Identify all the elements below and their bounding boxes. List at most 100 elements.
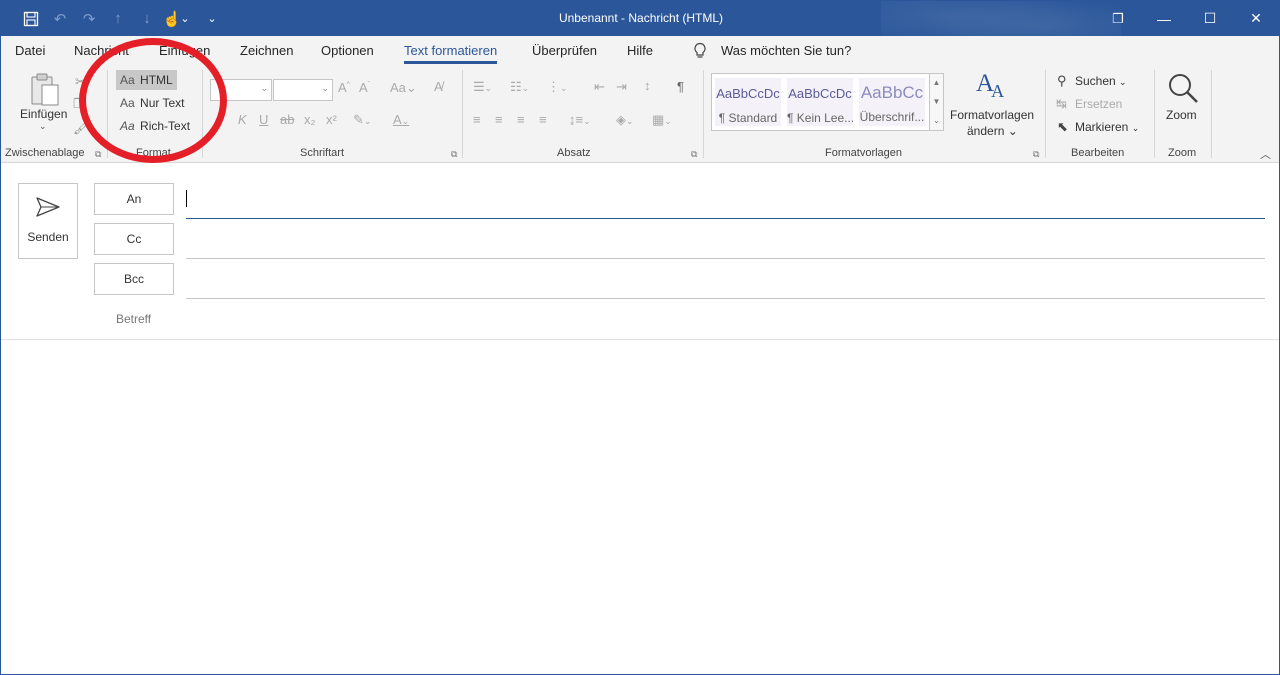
close-button[interactable]: ✕	[1233, 1, 1279, 36]
font-launcher-icon[interactable]: ⧉	[451, 149, 457, 160]
gallery-scroll-up-icon[interactable]: ▲	[929, 74, 943, 93]
copy-icon[interactable]: ❐	[73, 96, 85, 112]
format-html-option[interactable]: Aa HTML	[116, 70, 177, 90]
paste-icon[interactable]	[28, 72, 62, 111]
style-ueberschrift[interactable]: AaBbCc Überschrif...	[859, 78, 925, 126]
shading-icon[interactable]: ◈⌄	[616, 112, 634, 128]
superscript-button[interactable]: x²	[326, 112, 337, 127]
tab-ueberpruefen[interactable]: Überprüfen	[532, 43, 597, 58]
multilevel-list-icon[interactable]: ⋮⌄	[547, 79, 568, 95]
gallery-more-icon[interactable]: ⌄	[929, 112, 943, 130]
format-rich-text-option[interactable]: Aa Rich-Text	[116, 116, 194, 136]
clipboard-group-label: Zwischenablage	[5, 147, 85, 159]
chevron-down-icon: ⌄	[260, 83, 268, 93]
change-styles-button[interactable]: Formatvorlagen	[950, 108, 1034, 122]
tab-nachricht[interactable]: Nachricht	[74, 43, 129, 58]
format-painter-icon[interactable]: 🖌	[73, 120, 90, 136]
body-divider	[1, 339, 1279, 340]
minimize-button[interactable]: —	[1141, 1, 1187, 36]
align-center-icon[interactable]: ≡	[495, 112, 503, 127]
font-name-dropdown[interactable]: ⌄	[210, 79, 272, 101]
editing-group-label: Bearbeiten	[1071, 147, 1125, 159]
lightbulb-icon	[693, 42, 707, 62]
change-case-icon[interactable]: Aa⌄	[390, 80, 417, 96]
gallery-scroll-down-icon[interactable]: ▼	[929, 93, 943, 112]
styles-launcher-icon[interactable]: ⧉	[1033, 149, 1039, 160]
ribbon-tabs: Datei Nachricht Einfügen Zeichnen Option…	[1, 36, 1279, 66]
change-styles-button-line2[interactable]: ändern ⌄	[967, 124, 1018, 138]
subject-label: Betreff	[116, 312, 152, 326]
chevron-down-icon: ⌄	[1119, 77, 1127, 87]
tab-datei[interactable]: Datei	[15, 43, 45, 58]
style-kein-leerraum[interactable]: AaBbCcDc ¶ Kein Lee...	[787, 78, 853, 126]
font-size-dropdown[interactable]: ⌄	[273, 79, 333, 101]
sort-icon[interactable]: ↕	[644, 78, 651, 93]
decrease-indent-icon[interactable]: ⇤	[594, 79, 605, 95]
tab-zeichnen[interactable]: Zeichnen	[240, 43, 293, 58]
tell-me-search[interactable]: Was möchten Sie tun?	[721, 43, 851, 58]
title-bar: ↶ ↷ ↑ ↓ ☝ ⌄ ⌄ Unbenannt - Nachricht (HTM…	[1, 1, 1279, 36]
collapse-ribbon-icon[interactable]: ︿	[1260, 146, 1271, 162]
clear-formatting-icon[interactable]: A̸	[434, 79, 443, 94]
paragraph-group-label: Absatz	[557, 147, 591, 159]
line-spacing-icon[interactable]: ↨≡⌄	[569, 112, 591, 127]
borders-icon[interactable]: ▦⌄	[652, 112, 672, 128]
italic-button[interactable]: K	[238, 112, 247, 127]
strikethrough-button[interactable]: ab	[280, 112, 294, 127]
find-button[interactable]: Suchen ⌄	[1075, 74, 1127, 88]
style-standard[interactable]: AaBbCcDc ¶ Standard	[715, 78, 781, 126]
replace-button[interactable]: Ersetzen	[1075, 97, 1122, 111]
magnifier-icon[interactable]	[1167, 72, 1199, 107]
bullets-icon[interactable]: ☰⌄	[473, 79, 492, 95]
justify-icon[interactable]: ≡	[539, 112, 547, 127]
tab-hilfe[interactable]: Hilfe	[627, 43, 653, 58]
restore-ribbon-icon[interactable]: ❐	[1095, 1, 1141, 36]
zoom-button[interactable]: Zoom	[1166, 108, 1197, 122]
window-title: Unbenannt - Nachricht (HTML)	[558, 11, 724, 25]
highlight-color-icon[interactable]: ✎⌄	[353, 112, 371, 128]
align-right-icon[interactable]: ≡	[517, 112, 525, 127]
search-icon: ⚲	[1057, 73, 1067, 88]
format-plain-text-option[interactable]: Aa Nur Text	[116, 93, 189, 113]
pilcrow-icon[interactable]: ¶	[677, 79, 684, 94]
underline-button[interactable]: U	[259, 112, 268, 127]
numbering-icon[interactable]: ☷⌄	[510, 79, 529, 95]
align-left-icon[interactable]: ≡	[473, 112, 481, 127]
compose-area: Senden An Cc Bcc Betreff	[1, 163, 1279, 674]
change-styles-icon[interactable]: AA	[976, 70, 1004, 102]
styles-group-label: Formatvorlagen	[825, 147, 903, 159]
cut-icon[interactable]: ✂	[75, 74, 86, 90]
to-field[interactable]	[186, 218, 1265, 219]
font-group-label: Schriftart	[300, 147, 345, 159]
chevron-down-icon: ⌄	[1131, 123, 1140, 133]
bcc-button[interactable]: Bcc	[94, 263, 174, 295]
select-button[interactable]: Markieren ⌄	[1075, 120, 1139, 134]
tab-optionen[interactable]: Optionen	[321, 43, 374, 58]
chevron-down-icon: ⌄	[321, 83, 329, 93]
shrink-font-icon[interactable]: Aˇ	[359, 80, 370, 95]
cursor-icon: ⬉	[1057, 119, 1068, 134]
paste-chevron-down-icon[interactable]: ⌄	[39, 121, 47, 132]
font-color-icon[interactable]: A⌄	[393, 112, 409, 127]
increase-indent-icon[interactable]: ⇥	[616, 79, 627, 95]
tab-einfuegen[interactable]: Einfügen	[159, 43, 210, 58]
format-group-label: Format	[136, 147, 171, 159]
ribbon: Einfügen ⌄ ✂ ❐ 🖌 Zwischenablage ⧉ Aa HTM…	[1, 66, 1279, 163]
clipboard-launcher-icon[interactable]: ⧉	[95, 149, 101, 160]
maximize-button[interactable]: ☐	[1187, 1, 1233, 36]
tab-text-formatieren[interactable]: Text formatieren	[404, 43, 498, 64]
outlook-compose-window: ↶ ↷ ↑ ↓ ☝ ⌄ ⌄ Unbenannt - Nachricht (HTM…	[0, 0, 1280, 675]
cc-button[interactable]: Cc	[94, 223, 174, 255]
styles-gallery: AaBbCcDc ¶ Standard AaBbCcDc ¶ Kein Lee.…	[711, 73, 944, 131]
grow-font-icon[interactable]: A^	[338, 80, 350, 95]
send-icon	[19, 196, 77, 224]
paste-button[interactable]: Einfügen	[20, 107, 67, 121]
zoom-group-label: Zoom	[1168, 147, 1197, 159]
to-button[interactable]: An	[94, 183, 174, 215]
cc-field[interactable]	[186, 258, 1265, 259]
send-button[interactable]: Senden	[18, 183, 78, 259]
subscript-button[interactable]: x₂	[304, 112, 316, 127]
paragraph-launcher-icon[interactable]: ⧉	[691, 149, 697, 160]
text-cursor	[186, 190, 187, 207]
bcc-field[interactable]	[186, 298, 1265, 299]
